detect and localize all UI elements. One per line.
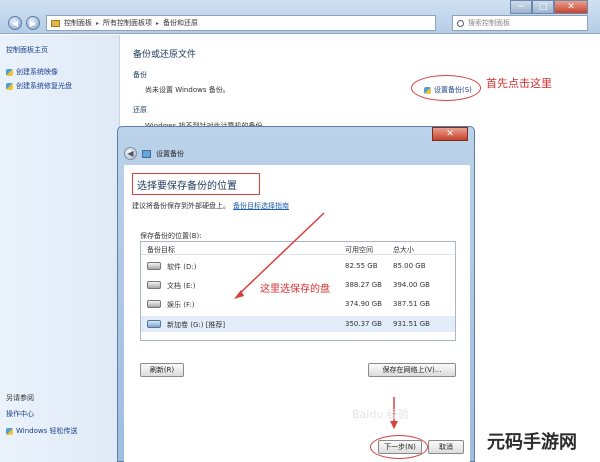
breadcrumb-control-panel[interactable]: 控制面板: [64, 18, 92, 28]
search-icon: [457, 19, 464, 27]
shield-icon: [6, 68, 13, 76]
annotation-arrows: [234, 212, 398, 429]
sidebar-item-create-image[interactable]: 创建系统映像: [6, 67, 58, 77]
dialog-title-row: ◀ 设置备份: [124, 147, 184, 160]
cancel-button[interactable]: 取消: [428, 440, 464, 454]
sidebar-item-label: Windows 轻松传送: [16, 427, 78, 435]
shield-icon: [6, 82, 13, 90]
shield-icon: [424, 86, 431, 94]
breadcrumb-all-items[interactable]: 所有控制面板项: [103, 18, 152, 28]
sidebar-item-action-center[interactable]: 操作中心: [6, 409, 34, 419]
setup-backup-label: 设置备份(S): [434, 86, 472, 94]
breadcrumb-separator: ▸: [156, 19, 160, 27]
sidebar: 控制面板主页 创建系统映像 创建系统修复光盘 另请参阅 操作中心 Windows…: [0, 35, 120, 462]
backup-section-label: 备份: [133, 71, 147, 79]
backup-status: 尚未设置 Windows 备份。: [145, 86, 230, 94]
dialog-back-button[interactable]: ◀: [124, 147, 137, 160]
sidebar-item-repair-disc[interactable]: 创建系统修复光盘: [6, 81, 72, 91]
search-placeholder: 搜索控制面板: [468, 19, 510, 27]
see-also-heading: 另请参阅: [6, 394, 34, 402]
sidebar-item-home[interactable]: 控制面板主页: [6, 45, 48, 55]
dialog-close-button[interactable]: ✕: [432, 127, 468, 141]
breadcrumb-separator: ▸: [96, 19, 100, 27]
breadcrumb-backup-restore[interactable]: 备份和还原: [163, 18, 198, 28]
close-button[interactable]: ✕: [554, 0, 588, 14]
minimize-button[interactable]: −: [510, 0, 532, 14]
explorer-titlebar: − □ ✕ ◀ ▶ 控制面板 ▸ 所有控制面板项 ▸ 备份和还原 搜索控制面板: [0, 0, 600, 34]
window-controls: − □ ✕: [510, 0, 588, 14]
save-on-network-button[interactable]: 保存在网络上(V)...: [368, 363, 456, 377]
sidebar-item-label: 创建系统修复光盘: [16, 82, 72, 90]
maximize-button[interactable]: □: [532, 0, 554, 14]
page-title: 备份或还原文件: [133, 50, 197, 60]
folder-icon: [51, 19, 60, 27]
sidebar-item-windows-transfer[interactable]: Windows 轻松传送: [6, 426, 77, 436]
dialog-body: 选择要保存备份的位置 建议将备份保存到外部硬盘上。 备份目标选择指南 保存备份的…: [124, 165, 470, 462]
next-button[interactable]: 下一步(N): [378, 440, 422, 454]
address-bar[interactable]: 控制面板 ▸ 所有控制面板项 ▸ 备份和还原: [46, 15, 436, 31]
transfer-icon: [6, 427, 13, 435]
sidebar-item-label: 创建系统映像: [16, 68, 58, 76]
annotation-first-click: 首先点击这里: [486, 77, 552, 90]
refresh-button[interactable]: 刷新(R): [140, 363, 184, 377]
arrow-head: [390, 421, 398, 429]
setup-backup-link[interactable]: 设置备份(S): [424, 85, 472, 95]
dialog-title: 设置备份: [156, 149, 184, 158]
forward-button[interactable]: ▶: [26, 16, 40, 30]
brand-logo: 元码手游网: [487, 432, 577, 453]
watermark: Baidu 经验: [352, 408, 409, 421]
back-button[interactable]: ◀: [8, 16, 22, 30]
setup-backup-dialog: ✕ ◀ 设置备份 选择要保存备份的位置 建议将备份保存到外部硬盘上。 备份目标选…: [117, 126, 475, 462]
arrow-to-table: [237, 212, 325, 296]
restore-section-label: 还原: [133, 106, 147, 114]
search-input[interactable]: 搜索控制面板: [452, 15, 588, 31]
backup-icon: [142, 149, 151, 158]
